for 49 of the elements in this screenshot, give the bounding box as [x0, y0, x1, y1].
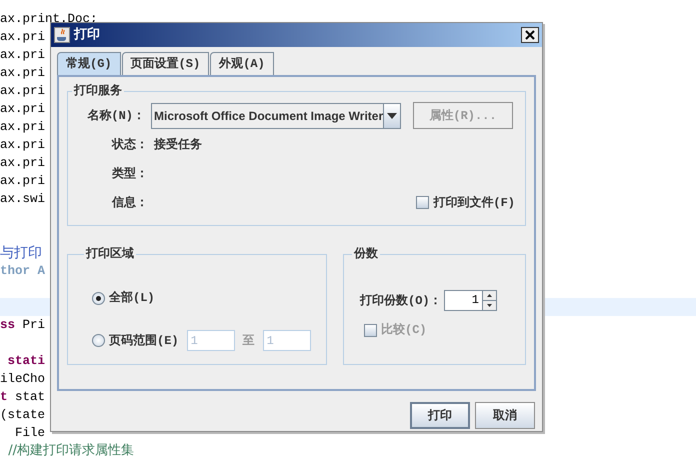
down-arrow-icon [487, 304, 492, 307]
app-icon [54, 27, 70, 43]
group-title: 打印区域 [84, 248, 135, 260]
doc-comment: 与打印 [0, 245, 42, 261]
code-text: ax.pri [0, 102, 46, 116]
code-text: ax.swi [0, 192, 46, 206]
javadoc-tag: thor A [0, 264, 46, 278]
field-label: 类型： [111, 166, 149, 182]
code-text: ax.pri [0, 48, 46, 62]
code-text: ax.pri [0, 84, 46, 98]
tab[interactable]: 页面设置(S) [122, 52, 210, 75]
code-text: ax.print.Doc; [0, 12, 98, 26]
radio-option[interactable]: 全部(L) [92, 289, 155, 307]
code-text: ax.pri [0, 120, 46, 134]
group-title: 打印服务 [72, 85, 123, 97]
field-label: 状态： [110, 136, 149, 154]
code-comment: //构建打印请求属性集 [7, 443, 134, 458]
code-text: (state [0, 408, 46, 422]
code-text: ax.pri [0, 138, 46, 152]
window-title: 打印 [74, 26, 100, 44]
keyword-text: stati [6, 354, 46, 368]
printer-dropdown[interactable]: Microsoft Office Document Image Writer [150, 102, 401, 128]
radio-option[interactable]: 页码范围(E) [92, 332, 179, 350]
code-text: ileCho [0, 372, 46, 386]
tab[interactable]: 常规(G) [57, 52, 121, 75]
range-separator: 至 [242, 332, 255, 350]
up-arrow-icon [487, 294, 492, 297]
status-value: 接受任务 [154, 136, 202, 154]
caret-icon [387, 112, 398, 118]
field-label: 信息： [110, 194, 149, 212]
close-button[interactable] [521, 27, 539, 43]
group-title: 份数 [352, 248, 379, 260]
tab[interactable]: 外观(A) [210, 52, 274, 75]
code-text: Pri [22, 318, 46, 332]
cancel-button[interactable]: 取消 [475, 402, 535, 429]
keyword-text: ss [0, 318, 16, 332]
print-button[interactable]: 打印 [410, 402, 470, 429]
field-label: 名称(N)： [86, 108, 146, 124]
code-text: ax.pri [0, 174, 46, 188]
code-text: ax.pri [0, 30, 46, 44]
field-label: 打印份数(O)： [360, 292, 442, 310]
code-text: ax.pri [0, 156, 46, 170]
keyword-text: t [0, 390, 8, 404]
code-text: stat [14, 390, 46, 404]
copies-spinner[interactable]: 1 [444, 290, 497, 311]
code-text: File [14, 426, 46, 440]
spin-down-button[interactable] [483, 300, 496, 310]
code-text: ax.pri [0, 66, 46, 80]
print-to-file-checkbox[interactable]: 打印到文件(F) [416, 194, 515, 212]
